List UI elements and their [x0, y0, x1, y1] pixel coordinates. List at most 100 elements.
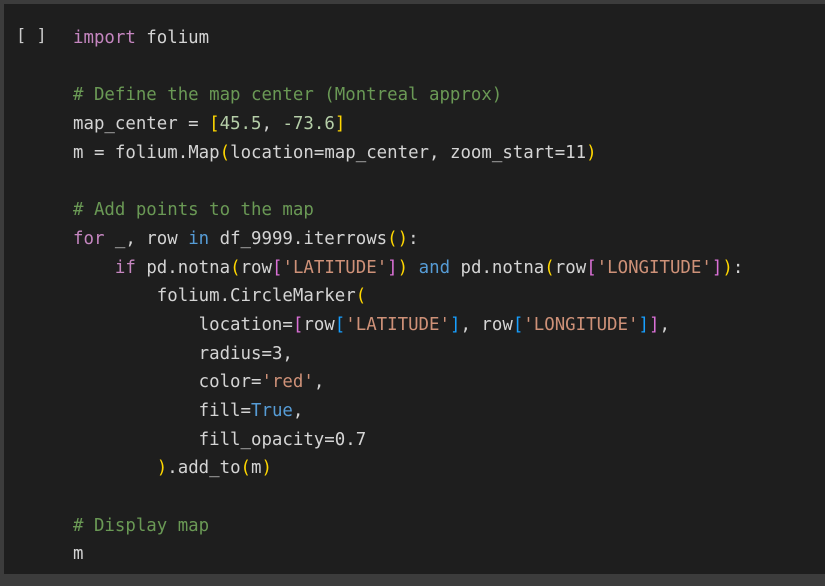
- code-token: ): [397, 228, 409, 249]
- code-token: ,: [659, 314, 670, 335]
- code-token: (: [230, 257, 241, 278]
- code-token: # Display map: [73, 515, 210, 536]
- code-line[interactable]: # Define the map center (Montreal approx…: [73, 81, 743, 110]
- code-token: _, row: [104, 228, 189, 249]
- code-token: m: [251, 458, 262, 479]
- code-line[interactable]: import folium: [73, 24, 743, 53]
- code-token: (: [544, 257, 555, 278]
- code-editor[interactable]: import folium​# Define the map center (M…: [73, 24, 743, 569]
- code-token: df_9999.iterrows: [209, 228, 388, 249]
- code-token: 'LATITUDE': [345, 314, 450, 335]
- code-token: # Define the map center (Montreal approx…: [73, 85, 503, 106]
- code-token: ]: [648, 314, 660, 335]
- code-token: for: [73, 228, 105, 249]
- code-line[interactable]: color='red',: [73, 368, 743, 397]
- code-token: =map_center,: [313, 142, 450, 163]
- code-token: 45.5: [219, 114, 262, 135]
- code-token: m: [73, 142, 84, 163]
- code-line[interactable]: location=[row['LATITUDE'], row['LONGITUD…: [73, 311, 743, 340]
- code-token: folium: [135, 28, 210, 48]
- code-token: 'red': [261, 372, 314, 393]
- code-token: ,: [292, 400, 304, 421]
- code-token: ]: [638, 314, 649, 335]
- code-token: (: [387, 228, 398, 249]
- code-token: 0.7: [334, 429, 367, 450]
- code-line[interactable]: # Add points to the map: [73, 196, 743, 225]
- code-line[interactable]: ).add_to(m): [73, 454, 743, 483]
- code-token: ): [397, 257, 409, 278]
- code-line[interactable]: fill=True,: [73, 397, 743, 426]
- code-token: ]: [711, 257, 723, 278]
- code-token: (: [240, 458, 252, 479]
- code-token: ): [722, 257, 733, 278]
- code-line[interactable]: if pd.notna(row['LATITUDE']) and pd.notn…: [73, 254, 743, 283]
- code-token: :: [732, 257, 744, 278]
- code-token: :: [408, 228, 419, 249]
- code-line[interactable]: folium.CircleMarker(: [73, 282, 743, 311]
- code-token: [: [334, 314, 346, 335]
- code-token: ,: [313, 372, 325, 393]
- code-line[interactable]: ​: [73, 53, 743, 82]
- code-token: row: [303, 314, 335, 335]
- code-line[interactable]: m = folium.Map(location=map_center, zoom…: [73, 139, 743, 168]
- code-token: in: [188, 228, 210, 249]
- code-token: =: [554, 142, 566, 163]
- code-token: ]: [387, 257, 398, 278]
- code-token: [: [292, 314, 304, 335]
- code-token: 11: [565, 142, 587, 163]
- code-token: (: [219, 142, 231, 163]
- code-token: folium.CircleMarker: [73, 286, 356, 307]
- code-token: Map: [188, 142, 220, 163]
- code-token: row: [240, 257, 272, 278]
- code-token: 3: [271, 343, 283, 364]
- code-line[interactable]: # Display map: [73, 512, 743, 541]
- code-token: 'LONGITUDE': [596, 257, 712, 278]
- code-token: pd.notna: [450, 257, 545, 278]
- code-token: =: [177, 114, 210, 135]
- code-line[interactable]: fill_opacity=0.7: [73, 426, 743, 455]
- code-token: ): [586, 142, 597, 163]
- code-token: , row: [460, 314, 513, 335]
- code-token: import: [73, 28, 136, 48]
- code-token: pd.notna: [135, 257, 231, 278]
- code-token: = folium.: [83, 142, 189, 163]
- code-cell[interactable]: [ ] import folium​# Define the map cente…: [4, 4, 825, 574]
- code-token: m: [73, 544, 84, 565]
- code-token: -73.6: [282, 114, 335, 135]
- code-line[interactable]: for _, row in df_9999.iterrows():: [73, 225, 743, 254]
- code-token: 'LONGITUDE': [523, 314, 639, 335]
- code-token: row: [554, 257, 587, 278]
- code-token: zoom_start: [449, 142, 555, 163]
- code-token: and: [418, 257, 451, 278]
- code-line[interactable]: map_center = [45.5, -73.6]: [73, 110, 743, 139]
- code-token: ]: [334, 114, 346, 135]
- code-token: map_center: [73, 114, 178, 135]
- code-token: # Add points to the map: [73, 200, 314, 221]
- code-token: radius=: [73, 343, 272, 364]
- code-token: fill=: [73, 400, 251, 421]
- code-line[interactable]: m: [73, 540, 743, 569]
- code-line[interactable]: radius=3,: [73, 340, 743, 369]
- code-line[interactable]: ​: [73, 483, 743, 512]
- code-token: if: [114, 257, 136, 278]
- execution-count-indicator[interactable]: [ ]: [16, 24, 47, 48]
- code-token: location=: [73, 314, 293, 335]
- code-token: [: [586, 257, 597, 278]
- code-token: color=: [73, 372, 262, 393]
- code-token: True: [251, 400, 293, 421]
- code-token: ,: [261, 114, 283, 135]
- code-token: [: [209, 114, 220, 135]
- code-token: ): [261, 458, 272, 479]
- code-token: fill_opacity=: [73, 429, 335, 450]
- cell-bottom-border: [0, 574, 825, 586]
- code-token: .add_to: [167, 458, 241, 479]
- code-line[interactable]: ​: [73, 167, 743, 196]
- code-token: 'LATITUDE': [282, 257, 388, 278]
- code-token: ,: [282, 343, 293, 364]
- code-token: ): [156, 458, 168, 479]
- code-token: [: [271, 257, 283, 278]
- code-token: (: [355, 286, 367, 307]
